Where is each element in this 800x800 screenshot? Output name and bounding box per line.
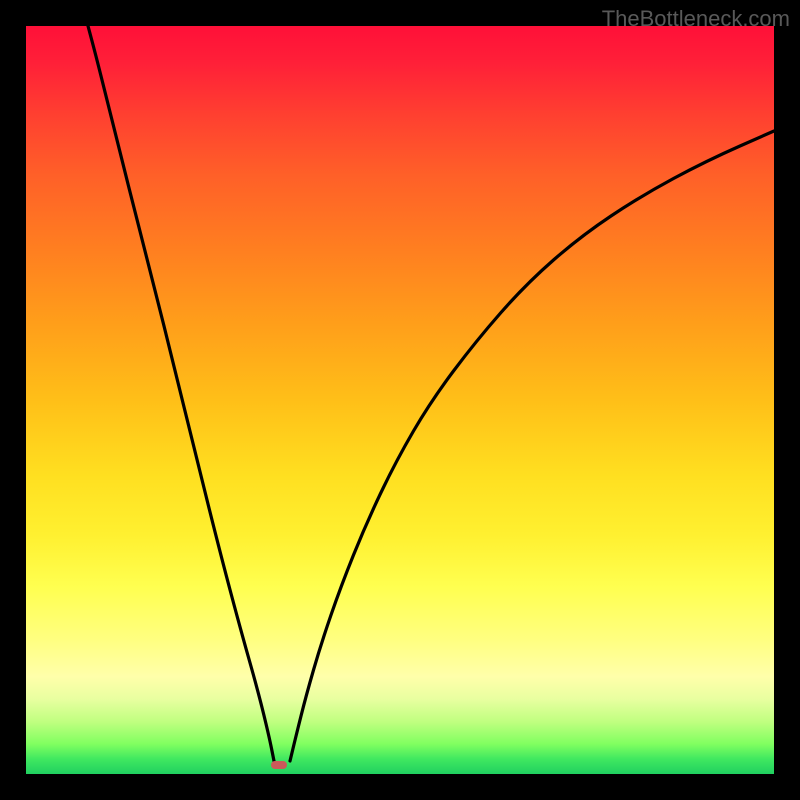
watermark-text: TheBottleneck.com <box>602 6 790 32</box>
curve-right-branch <box>290 131 774 761</box>
minimum-marker <box>271 761 287 769</box>
curve-left-branch <box>88 26 274 761</box>
chart-plot-area <box>26 26 774 774</box>
curve-svg <box>26 26 774 774</box>
